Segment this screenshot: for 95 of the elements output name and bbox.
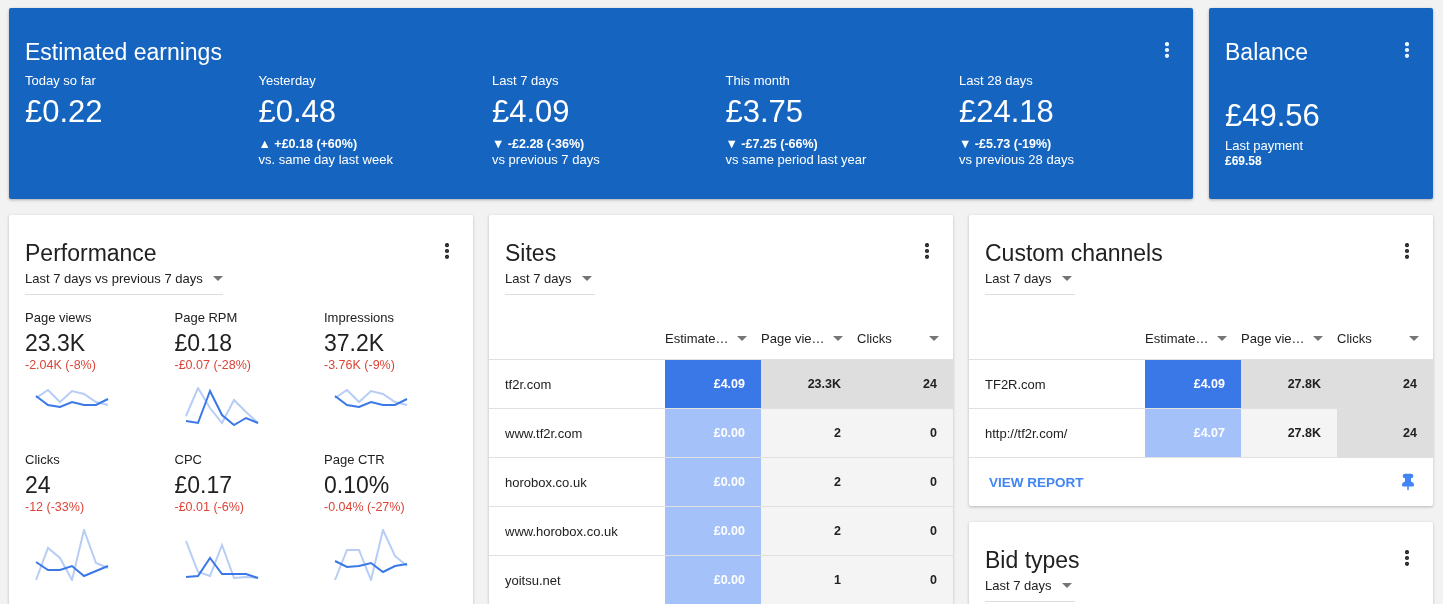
card-title: Sites bbox=[505, 239, 557, 267]
metric-label: Impressions bbox=[324, 309, 395, 327]
caret-icon bbox=[212, 276, 223, 281]
table-cell: £4.09 bbox=[1145, 360, 1241, 408]
table-cell-text: TF2R.com bbox=[984, 375, 1047, 394]
metric-change: -12 (-33%) bbox=[25, 499, 85, 515]
table-cell: 2 bbox=[761, 507, 857, 555]
card-title: Estimated earnings bbox=[25, 38, 222, 66]
caret-icon bbox=[1061, 583, 1072, 588]
stat-label: Yesterday bbox=[258, 72, 316, 90]
table-cell: 27.8K bbox=[1241, 409, 1337, 457]
metric-label: Clicks bbox=[25, 451, 60, 469]
stat-value: £3.75 bbox=[725, 93, 804, 131]
table-cell: 24 bbox=[1337, 360, 1433, 408]
caret-icon bbox=[1313, 335, 1323, 341]
period-dropdown[interactable]: Last 7 days bbox=[505, 269, 595, 295]
metric-label: Page CTR bbox=[324, 451, 385, 469]
metric-label: Page RPM bbox=[174, 309, 238, 327]
metric-value: 0.10% bbox=[324, 471, 390, 499]
column-header[interactable]: Estimate… bbox=[665, 330, 761, 346]
table-cell: 1 bbox=[761, 556, 857, 604]
table-cell: 2 bbox=[761, 409, 857, 457]
card-title: Bid types bbox=[985, 546, 1080, 574]
table-cell: 27.8K bbox=[1241, 360, 1337, 408]
metric-label: Page views bbox=[25, 309, 92, 327]
table-cell: £4.09 bbox=[665, 360, 761, 408]
stat-comparison: vs previous 28 days bbox=[959, 152, 1074, 168]
stat-comparison: vs previous 7 days bbox=[492, 152, 600, 168]
stat-comparison: vs. same day last week bbox=[258, 152, 393, 168]
column-header[interactable]: Page vie… bbox=[1241, 330, 1337, 346]
card-title: Balance bbox=[1225, 38, 1309, 66]
period-dropdown[interactable]: Last 7 days vs previous 7 days bbox=[25, 269, 223, 295]
metric-value: 24 bbox=[25, 471, 51, 499]
view-report-link[interactable]: VIEW REPORT bbox=[989, 474, 1084, 490]
stat-label: Last 7 days bbox=[492, 72, 559, 90]
metric-change: -0.04% (-27%) bbox=[324, 499, 405, 515]
metric-change: -£0.07 (-28%) bbox=[174, 357, 251, 373]
caret-icon bbox=[1217, 335, 1227, 341]
caret-icon bbox=[1409, 335, 1419, 341]
table-cell-text: yoitsu.net bbox=[504, 571, 562, 590]
metric-value: 23.3K bbox=[25, 329, 86, 357]
table-cell: 0 bbox=[857, 458, 953, 506]
metric-value: £0.18 bbox=[174, 329, 233, 357]
stat-label: Last 28 days bbox=[959, 72, 1033, 90]
card-title: Custom channels bbox=[985, 239, 1163, 267]
table-cell: £0.00 bbox=[665, 507, 761, 555]
caret-icon bbox=[737, 335, 747, 341]
caret-icon bbox=[581, 276, 592, 281]
metric-change: -3.76K (-9%) bbox=[324, 357, 395, 373]
stat-value: £4.09 bbox=[492, 93, 570, 131]
table-cell: 23.3K bbox=[761, 360, 857, 408]
last-payment-label: Last payment bbox=[1225, 138, 1304, 154]
column-header[interactable]: Clicks bbox=[857, 330, 953, 346]
table-cell-text: www.horobox.co.uk bbox=[504, 522, 619, 541]
table-cell: 0 bbox=[857, 556, 953, 604]
metric-value: 37.2K bbox=[324, 329, 385, 357]
period-dropdown[interactable]: Last 7 days bbox=[985, 269, 1075, 295]
period-dropdown[interactable]: Last 7 days bbox=[985, 576, 1075, 602]
stat-change: ▼ -£7.25 (-66%) bbox=[725, 136, 818, 152]
stat-value: £0.48 bbox=[258, 93, 337, 131]
table-cell: 0 bbox=[857, 409, 953, 457]
table-cell-text: www.tf2r.com bbox=[504, 424, 584, 443]
column-header[interactable]: Clicks bbox=[1337, 330, 1433, 346]
table-cell: 2 bbox=[761, 458, 857, 506]
column-header[interactable]: Estimate… bbox=[1145, 330, 1241, 346]
stat-change: ▼ -£5.73 (-19%) bbox=[959, 136, 1052, 152]
table-cell: 24 bbox=[1337, 409, 1433, 457]
stat-change: ▼ -£2.28 (-36%) bbox=[492, 136, 585, 152]
table-cell-text: horobox.co.uk bbox=[504, 473, 588, 492]
table-cell: £4.07 bbox=[1145, 409, 1241, 457]
table-cell-text: tf2r.com bbox=[504, 375, 553, 394]
table-cell: 0 bbox=[857, 507, 953, 555]
stat-label: This month bbox=[725, 72, 790, 90]
caret-icon bbox=[833, 335, 843, 341]
stat-change: ▲ +£0.18 (+60%) bbox=[258, 136, 358, 152]
metric-change: -2.04K (-8%) bbox=[25, 357, 96, 373]
stat-comparison: vs same period last year bbox=[725, 152, 867, 168]
column-header[interactable]: Page vie… bbox=[761, 330, 857, 346]
metric-label: CPC bbox=[174, 451, 202, 469]
metric-change: -£0.01 (-6%) bbox=[174, 499, 244, 515]
table-cell-text: http://tf2r.com/ bbox=[984, 424, 1069, 443]
caret-icon bbox=[929, 335, 939, 341]
card-title: Performance bbox=[25, 239, 157, 267]
pin-icon[interactable] bbox=[1399, 473, 1417, 491]
table-cell: £0.00 bbox=[665, 409, 761, 457]
balance-value: £49.56 bbox=[1225, 97, 1320, 135]
metric-value: £0.17 bbox=[174, 471, 233, 499]
caret-icon bbox=[1061, 276, 1072, 281]
stat-value: £24.18 bbox=[959, 93, 1054, 131]
table-cell: £0.00 bbox=[665, 556, 761, 604]
stat-value: £0.22 bbox=[25, 93, 103, 131]
table-cell: 24 bbox=[857, 360, 953, 408]
table-cell: £0.00 bbox=[665, 458, 761, 506]
stat-label: Today so far bbox=[25, 72, 96, 90]
last-payment-amount: £69.58 bbox=[1225, 154, 1262, 168]
